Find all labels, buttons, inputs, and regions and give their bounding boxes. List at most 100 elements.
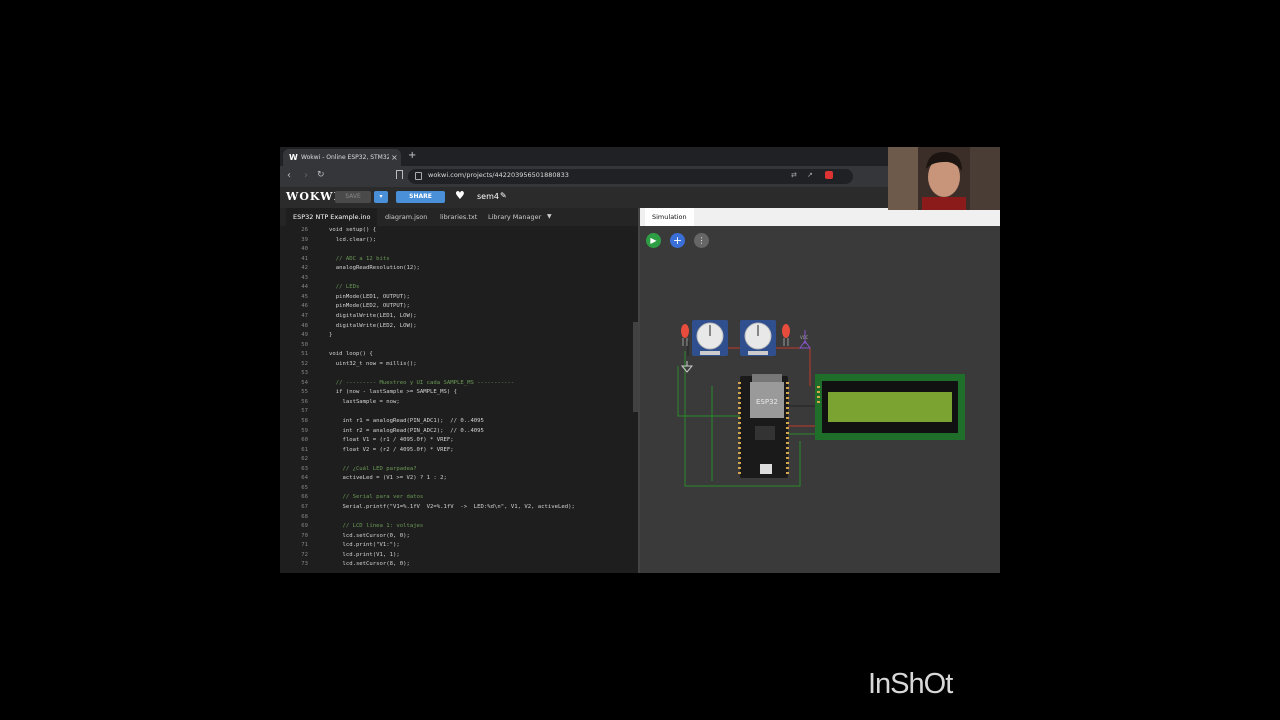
code-line[interactable]: void setup() { <box>329 227 376 233</box>
project-name[interactable]: sem4 <box>477 192 499 201</box>
esp32-pin <box>738 467 741 469</box>
esp32-pin <box>786 432 789 434</box>
line-number: 70 <box>301 532 308 539</box>
new-tab-icon[interactable]: + <box>408 150 416 161</box>
esp32-pin <box>786 447 789 449</box>
esp32-pin <box>786 412 789 414</box>
pencil-icon[interactable]: ✎ <box>500 191 507 200</box>
code-editor[interactable]: 26 void setup() {39 lcd.clear(); 40 41 // A… <box>280 226 638 573</box>
extension-icon[interactable] <box>825 171 833 179</box>
url-text: wokwi.com/projects/442203956501880833 <box>428 171 569 179</box>
save-dropdown-button[interactable]: ▾ <box>374 191 388 203</box>
esp32-pin <box>738 442 741 444</box>
code-line[interactable]: analogReadResolution(12); <box>329 265 420 271</box>
code-line[interactable]: // ¿Cuál LED parpadea? <box>329 466 416 472</box>
code-line[interactable]: void loop() { <box>329 351 373 357</box>
reload-icon[interactable]: ↻ <box>317 170 325 180</box>
esp32-pin <box>738 392 741 394</box>
code-line[interactable]: // --------- Muestreo y UI cada SAMPLE_M… <box>329 380 515 386</box>
potentiometer-2 <box>740 320 776 356</box>
esp32-pin <box>786 387 789 389</box>
screen: W Wokwi - Online ESP32, STM32, A × + ‹ ›… <box>280 147 1000 573</box>
code-line[interactable]: } <box>329 332 332 338</box>
line-number: 46 <box>301 303 308 310</box>
code-line[interactable]: lcd.setCursor(8, 0); <box>329 561 409 567</box>
line-number: 63 <box>301 465 308 472</box>
potentiometer-1 <box>692 320 728 356</box>
vcc-symbol-icon: VCC <box>799 335 811 349</box>
share-page-icon[interactable]: ↗ <box>807 171 813 179</box>
code-line[interactable]: // LCD línea 1: voltajes <box>329 523 423 529</box>
circuit-diagram: VCC ESP32 <box>677 320 965 487</box>
line-number: 58 <box>301 418 308 424</box>
line-number: 69 <box>301 523 308 530</box>
code-line[interactable]: // LEDs <box>329 284 360 290</box>
line-number: 61 <box>301 446 308 453</box>
line-number: 60 <box>301 437 308 444</box>
tab-libraries-txt[interactable]: libraries.txt <box>440 208 477 226</box>
code-line[interactable]: // Serial para ver datos <box>329 494 423 500</box>
esp32-pin <box>738 427 741 429</box>
code-line[interactable]: int r1 = analogRead(PIN_ADC1); // 0..409… <box>329 418 483 424</box>
url-field[interactable]: wokwi.com/projects/442203956501880833 <box>408 169 853 184</box>
back-icon[interactable]: ‹ <box>287 170 291 181</box>
code-line[interactable]: pinMode(LED2, OUTPUT); <box>329 303 410 309</box>
line-number: 40 <box>301 246 308 253</box>
esp32-pin <box>786 472 789 474</box>
tab-sketch-ino[interactable]: ESP32 NTP Example.ino <box>286 208 378 226</box>
led-2 <box>782 324 790 346</box>
esp32-pin <box>738 407 741 409</box>
site-info-icon[interactable] <box>415 172 422 180</box>
code-line[interactable]: if (now - lastSample >= SAMPLE_MS) { <box>329 389 457 395</box>
simulation-panel: ▶ + ⋮ VCC ESP32 <box>640 226 1000 573</box>
code-line[interactable]: digitalWrite(LED2, LOW); <box>329 323 417 329</box>
esp32-pin <box>786 397 789 399</box>
translate-icon[interactable]: ⇄ <box>791 171 797 179</box>
code-line[interactable]: lastSample = now; <box>329 399 399 405</box>
simulation-tab-bar: Simulation <box>640 208 1000 226</box>
code-line[interactable]: float V1 = (r1 / 4095.0f) * VREF; <box>329 437 453 443</box>
code-line[interactable]: // ADC a 12 bits <box>329 256 390 262</box>
lcd-display <box>815 374 965 440</box>
forward-icon[interactable]: › <box>304 170 308 181</box>
esp32-pin <box>738 447 741 449</box>
code-line[interactable]: lcd.print("V1:"); <box>329 542 399 548</box>
line-number: 66 <box>301 494 308 501</box>
code-line[interactable]: uint32_t now = millis(); <box>329 361 417 367</box>
save-button[interactable]: SAVE <box>335 191 371 203</box>
code-line[interactable]: int r2 = analogRead(PIN_ADC2); // 0..409… <box>329 428 483 434</box>
code-line[interactable]: pinMode(LED1, OUTPUT); <box>329 294 410 300</box>
esp32-pin <box>786 442 789 444</box>
tabs-menu-icon[interactable]: ▼ <box>547 208 552 226</box>
esp32-pin <box>786 467 789 469</box>
code-line[interactable]: digitalWrite(LED1, LOW); <box>329 313 417 319</box>
code-line[interactable]: lcd.print(V1, 1); <box>329 552 399 558</box>
tab-diagram-json[interactable]: diagram.json <box>385 208 427 226</box>
line-number: 48 <box>301 322 308 329</box>
code-line[interactable]: activeLed = (V1 >= V2) ? 1 : 2; <box>329 475 446 481</box>
code-line[interactable]: Serial.printf("V1=%.1fV V2=%.1fV -> LED:… <box>329 504 574 510</box>
share-button[interactable]: SHARE <box>396 191 445 203</box>
line-number: 50 <box>301 341 308 348</box>
wokwi-favicon-icon: W <box>289 152 298 162</box>
browser-tab[interactable]: W Wokwi - Online ESP32, STM32, A × <box>283 149 401 166</box>
bookmark-icon[interactable] <box>396 170 403 179</box>
esp32-label: ESP32 <box>756 398 778 406</box>
line-number: 52 <box>301 360 308 367</box>
tab-library-manager[interactable]: Library Manager <box>488 208 541 226</box>
ground-symbol-icon <box>680 361 694 373</box>
line-number: 71 <box>301 542 308 549</box>
esp32-pin <box>738 387 741 389</box>
esp32-pin <box>738 417 741 419</box>
esp32-pin <box>786 422 789 424</box>
wokwi-logo[interactable]: WOKWI <box>286 190 340 203</box>
code-line[interactable]: lcd.setCursor(0, 0); <box>329 533 409 539</box>
code-line[interactable]: lcd.clear(); <box>329 237 376 243</box>
code-line[interactable]: float V2 = (r2 / 4095.0f) * VREF; <box>329 447 453 453</box>
esp32-pin <box>786 462 789 464</box>
close-tab-icon[interactable]: × <box>391 153 398 162</box>
line-number: 49 <box>301 332 308 339</box>
tab-simulation[interactable]: Simulation <box>645 208 694 226</box>
esp32-pin <box>738 402 741 404</box>
heart-icon[interactable]: ♥ <box>455 189 465 202</box>
